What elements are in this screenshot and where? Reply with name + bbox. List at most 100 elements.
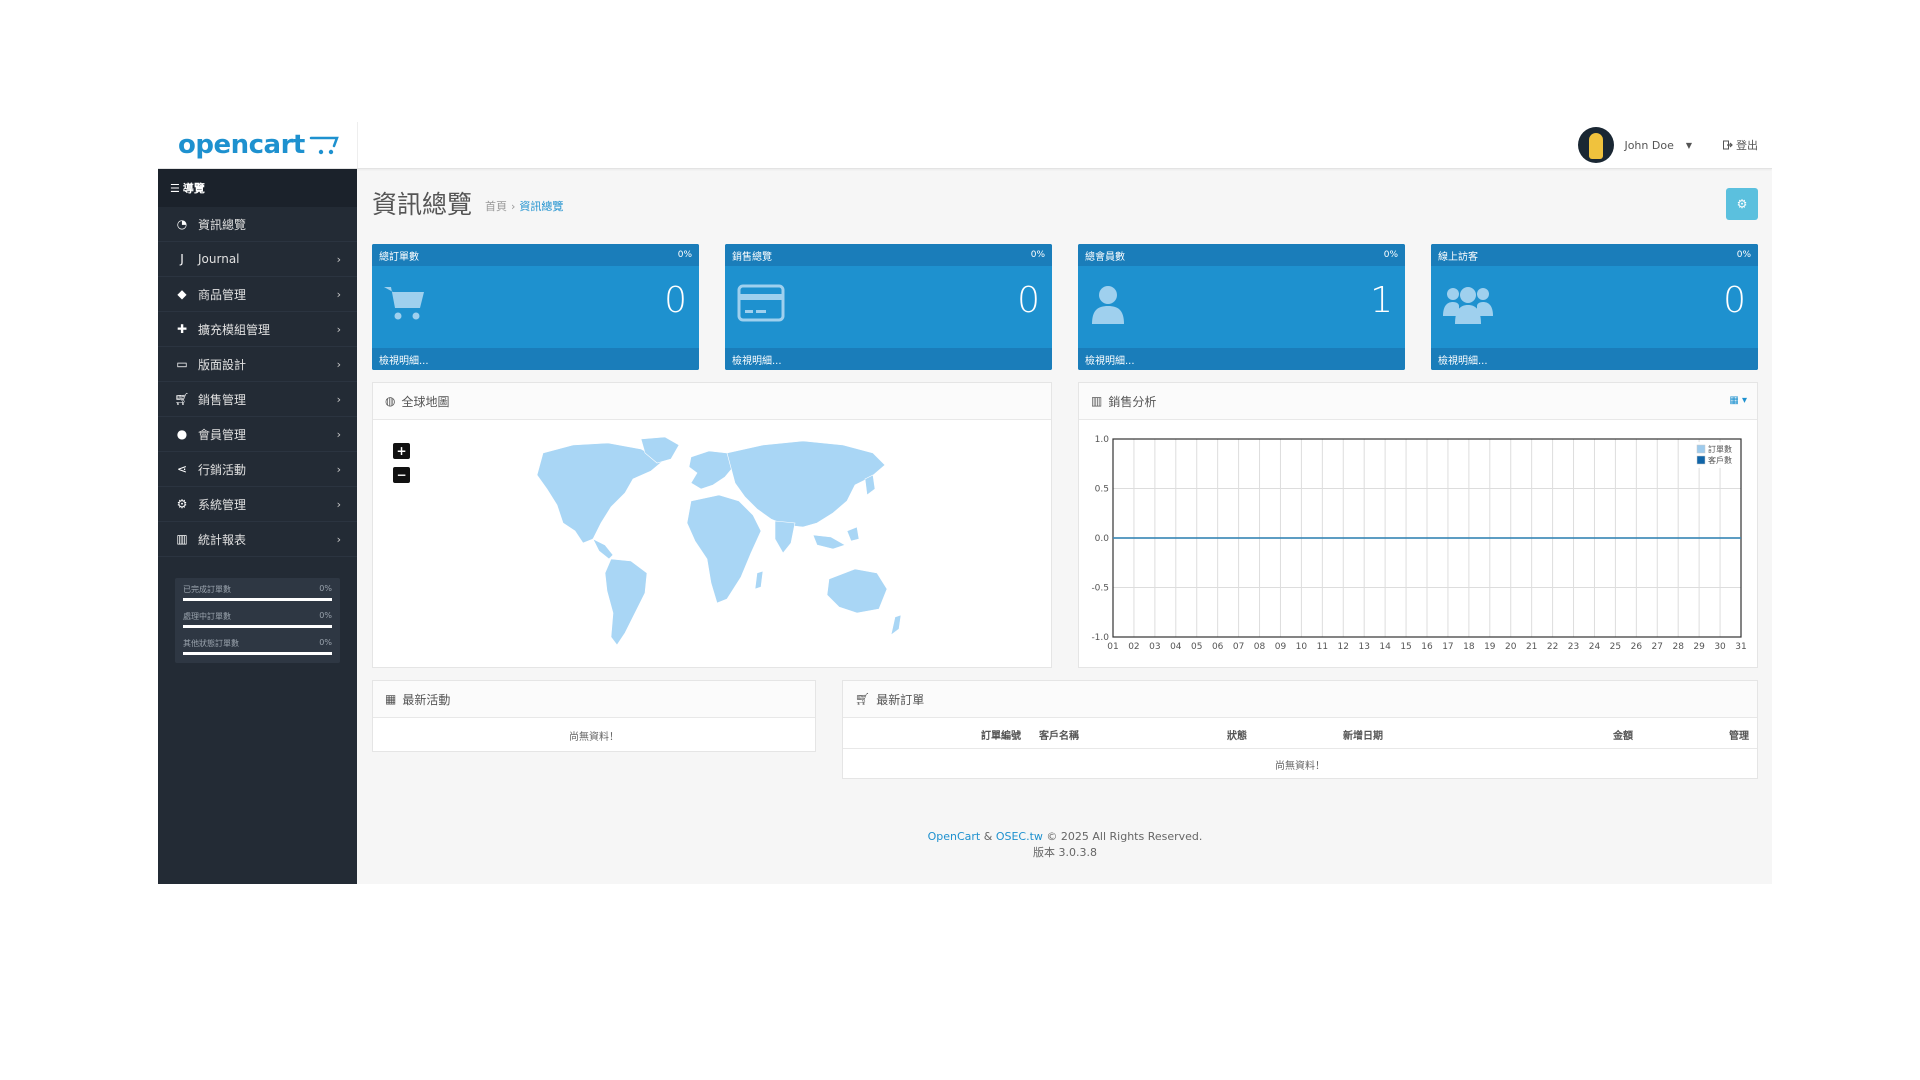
progress-bar	[183, 652, 332, 655]
users-icon	[1443, 287, 1493, 324]
x-tick-label: 12	[1338, 642, 1349, 652]
panel-title: 全球地圖	[401, 394, 450, 409]
legend-swatch	[1696, 455, 1706, 465]
sidebar-item-sales[interactable]: 🛒︎ 銷售管理 ›	[158, 382, 357, 417]
progress-label: 處理中訂單數	[183, 612, 231, 621]
map-zoom-out-button[interactable]: −	[393, 467, 410, 483]
x-tick-label: 13	[1358, 642, 1369, 652]
legend-label: 客戶數	[1708, 455, 1732, 465]
sidebar-item-label: 擴充模組管理	[198, 322, 271, 337]
empty-message: 尚無資料！	[1275, 761, 1325, 772]
chevron-right-icon: ›	[336, 427, 341, 441]
sidebar-item-design[interactable]: ▭ 版面設計 ›	[158, 347, 357, 382]
sidebar-item-journal[interactable]: J Journal ›	[158, 242, 357, 277]
sign-out-icon	[1723, 140, 1733, 150]
nav-header[interactable]: ☰ 導覽	[158, 169, 357, 207]
header-divider	[357, 122, 358, 168]
dashboard-icon: ◔	[176, 217, 188, 231]
y-tick-label: 0.0	[1095, 534, 1110, 544]
breadcrumb-home[interactable]: 首頁	[485, 200, 507, 213]
column-header-order-id: 訂單編號	[981, 731, 1021, 742]
sidebar-item-dashboard[interactable]: ◔ 資訊總覽	[158, 207, 357, 242]
desktop-icon: ▭	[176, 357, 188, 371]
x-tick-label: 21	[1526, 642, 1537, 652]
cart-icon: 🛒︎	[174, 392, 190, 406]
panel-heading: 🛒︎ 最新訂單	[843, 681, 1757, 718]
page-footer: OpenCart & OSEC.tw © 2025 All Rights Res…	[372, 829, 1758, 861]
chevron-down-icon: ▾	[1741, 395, 1747, 406]
x-tick-label: 03	[1149, 642, 1160, 652]
progress-value: 0%	[319, 638, 332, 647]
tile-value: 1	[1370, 280, 1393, 321]
x-tick-label: 06	[1212, 642, 1224, 652]
user-icon: ●	[176, 427, 188, 441]
chevron-right-icon: ›	[336, 532, 341, 546]
sidebar-item-extensions[interactable]: ✚ 擴充模組管理 ›	[158, 312, 357, 347]
breadcrumb-separator: ›	[511, 200, 516, 213]
sidebar-item-label: 會員管理	[198, 427, 247, 442]
y-tick-label: -0.5	[1091, 584, 1109, 594]
order-status-progress: 已完成訂單數 0% 處理中訂單數 0% 其他狀態訂單數 0%	[175, 578, 340, 663]
panel-heading: ▦ 最新活動	[373, 681, 815, 718]
avatar	[1578, 127, 1615, 163]
breadcrumb-current[interactable]: 資訊總覽	[519, 200, 563, 213]
gear-icon: ⚙	[1736, 197, 1748, 211]
chevron-right-icon: ›	[336, 287, 341, 301]
sidebar-item-reports[interactable]: ▥ 統計報表 ›	[158, 522, 357, 557]
x-tick-label: 15	[1400, 642, 1411, 652]
tile-title: 銷售總覽	[732, 251, 772, 263]
x-tick-label: 18	[1463, 642, 1475, 652]
calendar-dropdown-button[interactable]: ▦ ▾	[1729, 395, 1747, 406]
credit-card-icon	[737, 284, 785, 322]
tile-view-more-link[interactable]: 檢視明細...	[1431, 348, 1758, 370]
tile-view-more-link[interactable]: 檢視明細...	[372, 348, 699, 370]
x-tick-label: 22	[1547, 642, 1558, 652]
logo[interactable]: opencart	[178, 128, 341, 162]
x-tick-label: 07	[1233, 642, 1244, 652]
progress-other: 其他狀態訂單數 0%	[183, 638, 332, 655]
x-tick-label: 19	[1484, 642, 1496, 652]
chevron-right-icon: ›	[336, 497, 341, 511]
dashboard-settings-button[interactable]: ⚙	[1726, 188, 1758, 220]
progress-value: 0%	[319, 584, 332, 593]
logout-link[interactable]: 登出	[1723, 137, 1758, 153]
progress-bar	[183, 598, 332, 601]
x-tick-label: 25	[1610, 642, 1621, 652]
tile-percent: 0%	[1030, 250, 1045, 260]
logo-cart-icon	[309, 136, 339, 155]
sidebar-item-customers[interactable]: ● 會員管理 ›	[158, 417, 357, 452]
world-map[interactable]	[513, 431, 913, 661]
x-tick-label: 11	[1317, 642, 1328, 652]
user-menu[interactable]: John Doe ▼	[1578, 126, 1692, 164]
tile-view-more-link[interactable]: 檢視明細...	[725, 348, 1052, 370]
legend-label: 訂單數	[1708, 444, 1732, 454]
latest-orders-panel: 🛒︎ 最新訂單 訂單編號 客戶名稱 狀態 新增日期 金額 管理 尚無資料！	[842, 680, 1758, 779]
footer-copyright: OpenCart & OSEC.tw © 2025 All Rights Res…	[372, 829, 1758, 845]
sidebar-item-label: 資訊總覽	[198, 217, 247, 232]
sidebar-item-label: 銷售管理	[198, 392, 247, 407]
map-zoom-in-button[interactable]: +	[393, 443, 410, 459]
x-tick-label: 16	[1421, 642, 1433, 652]
x-tick-label: 30	[1714, 642, 1726, 652]
chevron-right-icon: ›	[336, 357, 341, 371]
nav-title: 導覽	[182, 182, 205, 195]
sidebar-item-catalog[interactable]: ◆ 商品管理 ›	[158, 277, 357, 312]
sidebar-item-marketing[interactable]: ⋖ 行銷活動 ›	[158, 452, 357, 487]
opencart-link[interactable]: OpenCart	[928, 830, 981, 843]
footer-amp: &	[983, 830, 993, 843]
menu-icon: ☰	[170, 181, 180, 195]
tile-view-more-link[interactable]: 檢視明細...	[1078, 348, 1405, 370]
footer-version: 版本 3.0.3.8	[1033, 846, 1097, 859]
tile-title: 線上訪客	[1438, 251, 1478, 263]
sidebar-item-label: 統計報表	[198, 532, 247, 547]
sales-chart: 01 02 03 04 05 06 07 08 09 10 11 12 13 14 15 16 17 18 19 20…	[1091, 435, 1746, 652]
x-tick-label: 24	[1589, 642, 1601, 652]
panel-title: 銷售分析	[1108, 394, 1157, 409]
puzzle-icon: ✚	[176, 322, 188, 336]
osec-link[interactable]: OSEC.tw	[996, 830, 1043, 843]
orders-table-header: 訂單編號 客戶名稱 狀態 新增日期 金額 管理	[843, 718, 1757, 749]
sidebar-item-system[interactable]: ⚙ 系統管理 ›	[158, 487, 357, 522]
panel-heading: ▥ 銷售分析	[1079, 383, 1757, 420]
logout-label: 登出	[1736, 139, 1758, 152]
x-tick-label: 28	[1672, 642, 1684, 652]
